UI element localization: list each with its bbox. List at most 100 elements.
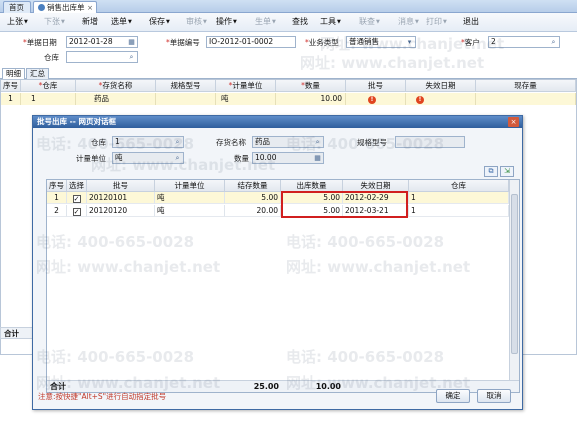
search-icon[interactable]: ⌕	[173, 154, 182, 163]
search-icon[interactable]: ⌕	[127, 53, 136, 62]
find-button[interactable]: 查找	[292, 17, 308, 27]
calendar-icon[interactable]: ▦	[127, 38, 136, 47]
dialog-total-out: 10.00	[315, 382, 341, 391]
drow-balance: 20.00	[225, 205, 281, 217]
audit-button[interactable]: 审核▼	[186, 17, 207, 27]
print-button[interactable]: 打印▼	[426, 17, 447, 27]
operate-button[interactable]: 操作▼	[216, 17, 237, 27]
row-item[interactable]: 药品	[76, 93, 156, 105]
tab-summary[interactable]: 汇总	[26, 68, 49, 79]
prev-button[interactable]: 上张▼	[7, 17, 28, 27]
tab-detail[interactable]: 明细	[2, 68, 25, 79]
col-batch: 批号	[346, 80, 406, 92]
dialog-warehouse-field[interactable]: 1 ⌕	[112, 136, 184, 148]
col-stock: 现存量	[476, 80, 576, 92]
dcol-seq: 序号	[47, 180, 67, 192]
col-spec: 规格型号	[156, 80, 216, 92]
save-button[interactable]: 保存▼	[149, 17, 170, 27]
biz-type-select[interactable]: 普通销售 ▾	[346, 36, 416, 48]
row-spec[interactable]	[156, 93, 216, 105]
dialog-qty-label: 数量	[234, 154, 249, 163]
dialog-title: 批号出库 -- 网页对话框	[33, 116, 522, 128]
dialog-spec-field[interactable]	[395, 136, 465, 148]
col-qty: *数量	[276, 80, 346, 92]
select-button[interactable]: 选单▼	[111, 17, 132, 27]
tools-button[interactable]: 工具▼	[320, 17, 341, 27]
col-unit: *计量单位	[216, 80, 276, 92]
generate-button[interactable]: 生单▼	[255, 17, 276, 27]
drow-seq: 2	[47, 205, 67, 217]
dcol-balance: 结存数量	[225, 180, 281, 192]
number-label: *单据编号	[166, 38, 200, 47]
tab-sales-out[interactable]: 销售出库单 ×	[33, 1, 97, 13]
dialog-note: 注意:按快捷"Alt+S"进行自动指定批号	[38, 392, 167, 401]
dialog-spec-label: 规格型号	[357, 138, 387, 147]
exit-button[interactable]: 退出	[463, 17, 479, 27]
col-item: *存货名称	[76, 80, 156, 92]
drow-select[interactable]: ✓	[67, 192, 87, 204]
row-expire[interactable]: !	[406, 93, 476, 105]
warehouse-field[interactable]: ⌕	[66, 51, 138, 63]
dcol-select: 选择	[67, 180, 87, 192]
tab-sales-out-label: 销售出库单	[47, 3, 85, 12]
export-excel-icon[interactable]: ⇲	[500, 166, 514, 177]
dialog-item-field[interactable]: 药品 ⌕	[252, 136, 324, 148]
search-icon[interactable]: ⌕	[549, 38, 558, 47]
customer-label: *客户	[461, 38, 480, 47]
drow-seq: 1	[47, 192, 67, 204]
new-button[interactable]: 新增	[82, 17, 98, 27]
vertical-scrollbar[interactable]	[509, 180, 519, 380]
checkbox[interactable]: ✓	[72, 208, 81, 216]
ok-button[interactable]: 确定	[436, 389, 470, 403]
warning-icon: !	[416, 96, 424, 104]
dialog-warehouse-label: 仓库	[91, 138, 106, 147]
search-icon[interactable]: ⌕	[313, 138, 322, 147]
dcol-batch: 批号	[87, 180, 155, 192]
date-field[interactable]: 2012-01-28 ▦	[66, 36, 138, 48]
drow-warehouse: 1	[409, 192, 509, 204]
tab-bar: 首页 销售出库单 ×	[0, 0, 577, 13]
row-unit[interactable]: 吨	[216, 93, 276, 105]
drow-unit: 吨	[155, 192, 225, 204]
col-warehouse: *仓库	[21, 80, 76, 92]
batch-dialog: 批号出库 -- 网页对话框 × 仓库 1 ⌕ 存货名称 药品 ⌕ 规格型号 计量单位…	[32, 115, 523, 410]
dialog-qty-field[interactable]: 10.00 ▦	[252, 152, 324, 164]
biz-type-label: *业务类型	[305, 38, 339, 47]
chevron-down-icon[interactable]: ▾	[405, 38, 414, 47]
drow-batch[interactable]: 20120101	[87, 192, 155, 204]
drow-select[interactable]: ✓	[67, 205, 87, 217]
row-stock	[476, 93, 576, 105]
scrollbar-thumb[interactable]	[511, 194, 518, 354]
detail-tabs: 明细 汇总	[0, 67, 577, 79]
link-query-button[interactable]: 联查▼	[359, 17, 380, 27]
row-qty[interactable]: 10.00	[276, 93, 346, 105]
drow-batch[interactable]: 20120120	[87, 205, 155, 217]
next-button[interactable]: 下张▼	[44, 17, 65, 27]
document-icon	[38, 4, 45, 11]
row-warehouse[interactable]: 1	[21, 93, 76, 105]
message-button[interactable]: 消息▼	[398, 17, 419, 27]
cancel-button[interactable]: 取消	[477, 389, 511, 403]
dcol-unit: 计量单位	[155, 180, 225, 192]
highlight-box	[281, 191, 408, 218]
row-seq: 1	[1, 93, 21, 105]
dialog-item-label: 存货名称	[216, 138, 246, 147]
checkbox[interactable]: ✓	[72, 195, 81, 203]
copy-icon[interactable]: ⧉	[484, 166, 498, 177]
warning-icon: !	[368, 96, 376, 104]
warehouse-label: 仓库	[44, 53, 59, 62]
close-icon[interactable]: ×	[508, 117, 519, 127]
row-batch[interactable]: !	[346, 93, 406, 105]
number-field[interactable]: IO-2012-01-0002	[206, 36, 296, 48]
drow-warehouse: 1	[409, 205, 509, 217]
dialog-unit-field[interactable]: 吨 ⌕	[112, 152, 184, 164]
search-icon[interactable]: ⌕	[173, 138, 182, 147]
col-seq: 序号	[1, 80, 21, 92]
calculator-icon[interactable]: ▦	[313, 154, 322, 163]
tab-home[interactable]: 首页	[3, 1, 31, 13]
customer-field[interactable]: 2 ⌕	[488, 36, 560, 48]
dialog-total-balance: 25.00	[253, 382, 279, 391]
drow-unit: 吨	[155, 205, 225, 217]
drow-balance: 5.00	[225, 192, 281, 204]
dialog-batch-grid: 序号 选择 批号 计量单位 结存数量 出库数量 失效日期 仓库 1 ✓ 2012…	[46, 179, 520, 393]
